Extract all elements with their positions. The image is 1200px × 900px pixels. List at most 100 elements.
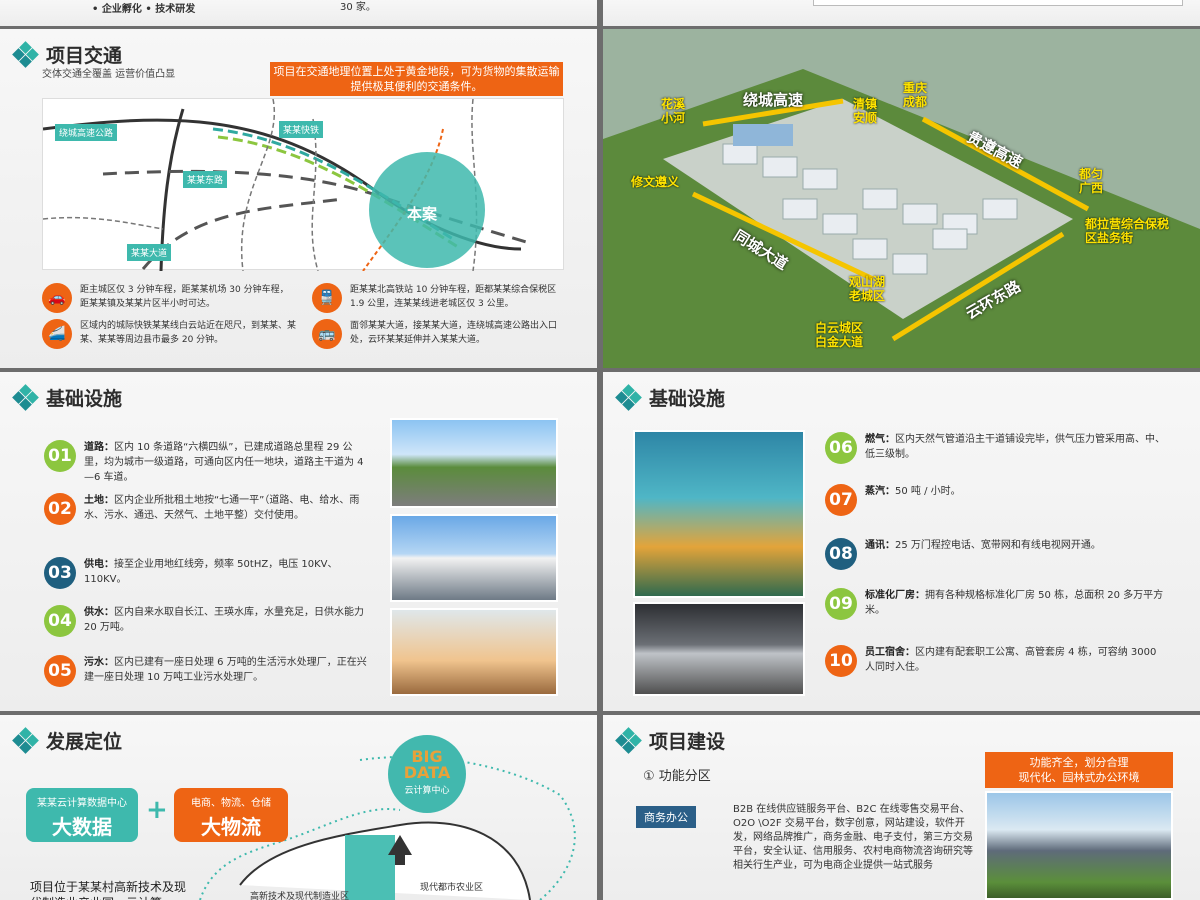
big-logistics-pill: 电商、物流、仓储 大物流 (174, 788, 288, 842)
item-label: 供水： (84, 607, 114, 618)
item-number-badge: 03 (44, 557, 76, 589)
diamond-logo-icon (12, 383, 39, 411)
map-label-ring-highway: 绕城高速公路 (55, 124, 118, 141)
item-number-badge: 02 (44, 493, 76, 525)
slide-title-text: 项目建设 (649, 731, 726, 753)
feature-train: 🚆 距某某北高铁站 10 分钟车程，距都某某综合保税区 1.9 公里，连某某线进… (312, 283, 567, 313)
aerial-image (603, 29, 1200, 368)
item-text: 道路：区内 10 条道路“六横四纵”，已建成道路总里程 29 公里，均为城市一级… (84, 440, 369, 485)
top-left-slide-fragment: • 企业孵化 • 技术研发 30 家。 (0, 0, 597, 26)
item-text: 污水：区内已建有一座日处理 6 万吨的生活污水处理厂，正在兴建一座日处理 10 … (84, 655, 369, 685)
city-photo (390, 608, 558, 696)
item-text: 员工宿舍：区内建有配套职工公寓、高管套房 4 栋，可容纳 3000 人同时入住。 (865, 645, 1165, 675)
item-text: 燃气：区内天然气管道沿主干道铺设完毕，供气压力管采用高、中、低三级制。 (865, 432, 1165, 462)
business-office-tag: 商务办公 (636, 806, 696, 828)
label-xiuwen: 修文遵义 (631, 175, 680, 189)
item-body: 50 吨 / 小时。 (895, 486, 961, 497)
business-office-text: B2B 在线供应链服务平台、B2C 在线零售交易平台、O2O \O2F 交易平台… (733, 804, 973, 871)
item-body: 区内 10 条道路“六横四纵”，已建成道路总里程 29 公里，均为城市一级道路，… (84, 442, 364, 483)
big-data-pill: 某某云计算数据中心 大数据 (26, 788, 138, 842)
pipes-photo (633, 430, 805, 598)
label-chongqing: 重庆 成都 (903, 81, 928, 109)
top-right-slide-fragment (603, 0, 1200, 26)
big-logistics-small: 电商、物流、仓储 (191, 798, 271, 809)
item-number-badge: 09 (825, 588, 857, 620)
warehouse-photo (633, 602, 805, 696)
item-number-badge: 08 (825, 538, 857, 570)
big-data-badge: BIG DATA 云计算中心 (388, 735, 466, 813)
item-text: 蒸汽：50 吨 / 小时。 (865, 484, 1165, 499)
item-label: 道路： (84, 442, 114, 453)
feature-car: 🚗 距主城区仅 3 分钟车程，距某某机场 30 分钟车程，距某某镇及某某片区半小… (42, 283, 297, 313)
big-data-small: 某某云计算数据中心 (37, 798, 127, 809)
item-text: 标准化厂房：拥有各种规格标准化厂房 50 栋，总面积 20 多万平方米。 (865, 588, 1165, 618)
infra-item-09: 09 标准化厂房：拥有各种规格标准化厂房 50 栋，总面积 20 多万平方米。 (825, 588, 1165, 620)
item-number-badge: 01 (44, 440, 76, 472)
infra-item-03: 03 供电：接至企业用地红线旁，频率 50tHZ，电压 10KV、110KV。 (44, 557, 369, 589)
item-text: 通讯：25 万门程控电话、宽带网和有线电视网开通。 (865, 538, 1165, 553)
slide-title: 项目交通 (12, 40, 122, 68)
car-icon: 🚗 (42, 283, 72, 313)
label-qingzhen: 清镇 安顺 (853, 97, 878, 125)
item-body: 区内天然气管道沿主干道铺设完毕，供气压力管采用高、中、低三级制。 (865, 434, 1165, 460)
traffic-map: 绕城高速公路 某某快铁 某某东路 某某大道 本案 (42, 98, 564, 272)
infrastructure-slide-left: 基础设施 01 道路：区内 10 条道路“六横四纵”，已建成道路总里程 29 公里… (0, 372, 597, 711)
map-label-avenue: 某某大道 (127, 244, 172, 261)
zone-urban-agri: 现代都市农业区 (420, 883, 484, 893)
infra-item-10: 10 员工宿舍：区内建有配套职工公寓、高管套房 4 栋，可容纳 3000 人同时入… (825, 645, 1165, 677)
map-label-site: 本案 (407, 205, 438, 223)
positioning-slide: 发展定位 某某云计算数据中心 大数据 + 电商、物流、仓储 大物流 BIG DA… (0, 715, 597, 900)
big-data-badge-sub: 云计算中心 (404, 786, 450, 796)
item-text: 供水：区内自来水取自长江、王瑛水库，水量充足，日供水能力 20 万吨。 (84, 605, 369, 635)
label-baiyun: 白云城区 白金大道 (815, 321, 864, 349)
slide-title: 项目建设 (615, 726, 726, 754)
positioning-body: 项目位于某某村高新技术及现代制造业产业园，云计算 (30, 880, 187, 900)
construction-slide: 项目建设 ① 功能分区 商务办公 B2B 在线供应链服务平台、B2C 在线零售交… (603, 715, 1200, 900)
diamond-logo-icon (12, 40, 39, 68)
top-right-box (813, 0, 1183, 6)
map-label-east-road: 某某东路 (183, 171, 228, 188)
item-label: 燃气： (865, 434, 895, 445)
item-text: 供电：接至企业用地红线旁，频率 50tHZ，电压 10KV、110KV。 (84, 557, 369, 587)
big-data-big: 大数据 (52, 815, 112, 839)
item-body: 区内已建有一座日处理 6 万吨的生活污水处理厂，正在兴建一座日处理 10 万吨工… (84, 657, 367, 683)
item-body: 接至企业用地红线旁，频率 50tHZ，电压 10KV、110KV。 (84, 559, 338, 585)
item-label: 供电： (84, 559, 114, 570)
label-huaxi: 花溪 小河 (661, 97, 686, 125)
bus-icon: 🚌 (312, 319, 342, 349)
item-label: 通讯： (865, 540, 895, 551)
transport-slide: 项目交通 交体交通全覆盖 运营价值凸显 项目在交通地理位置上处于黄金地段，可为货… (0, 29, 597, 368)
item-number-badge: 06 (825, 432, 857, 464)
label-guanshan: 观山湖 老城区 (849, 275, 886, 303)
item-number-badge: 07 (825, 484, 857, 516)
function-zone-title: ① 功能分区 (643, 769, 711, 784)
feature-text: 区域内的城际快铁某某线白云站近在咫尺，到某某、某某、某某等周边县市最多 20 分… (80, 321, 297, 345)
item-body: 区内企业所批租土地按“七通一平”（道路、电、给水、雨水、污水、通迅、天然气、土地… (84, 495, 360, 521)
infra-item-01: 01 道路：区内 10 条道路“六横四纵”，已建成道路总里程 29 公里，均为城市… (44, 440, 369, 485)
label-bonded-zone: 都拉营综合保税 区盐务街 (1085, 217, 1170, 245)
feature-banner: 功能齐全，划分合理 现代化、园林式办公环境 (985, 752, 1173, 788)
map-label-fast-rail: 某某快铁 (279, 121, 324, 138)
infra-item-06: 06 燃气：区内天然气管道沿主干道铺设完毕，供气压力管采用高、中、低三级制。 (825, 432, 1165, 464)
label-ring-highway: 绕城高速 (743, 91, 804, 109)
diamond-logo-icon (615, 383, 642, 411)
infra-item-04: 04 供水：区内自来水取自长江、王瑛水库，水量充足，日供水能力 20 万吨。 (44, 605, 369, 637)
feature-bus: 🚌 面邻某某大道，接某某大道，连绕城高速公路出入口处，云环某某延伸并入某某大道。 (312, 319, 567, 349)
feature-text: 距主城区仅 3 分钟车程，距某某机场 30 分钟车程，距某某镇及某某片区半小时可… (80, 285, 289, 309)
label-duyun: 都匀 广西 (1079, 167, 1104, 195)
item-label: 员工宿舍： (865, 647, 915, 658)
feature-text: 面邻某某大道，接某某大道，连绕城高速公路出入口处，云环某某延伸并入某某大道。 (350, 321, 558, 345)
plus-sign: + (146, 795, 168, 825)
infra-item-05: 05 污水：区内已建有一座日处理 6 万吨的生活污水处理厂，正在兴建一座日处理 1… (44, 655, 369, 687)
aerial-view-slide: 花溪 小河 绕城高速 清镇 安顺 重庆 成都 贵遵高速 都匀 广西 修文遵义 都… (603, 29, 1200, 368)
top-left-text: • 企业孵化 • 技术研发 (92, 4, 196, 15)
item-body: 25 万门程控电话、宽带网和有线电视网开通。 (895, 540, 1101, 551)
item-number-badge: 04 (44, 605, 76, 637)
feature-highspeed: 🚄 区域内的城际快铁某某线白云站近在咫尺，到某某、某某、某某等周边县市最多 20… (42, 319, 297, 349)
item-text: 土地：区内企业所批租土地按“七通一平”（道路、电、给水、雨水、污水、通迅、天然气… (84, 493, 369, 523)
feature-text: 距某某北高铁站 10 分钟车程，距都某某综合保税区 1.9 公里，连某某线进老城… (350, 285, 557, 309)
slide-title-text: 基础设施 (46, 388, 123, 410)
slide-title: 基础设施 (12, 383, 123, 411)
highspeed-train-icon: 🚄 (42, 319, 72, 349)
diamond-logo-icon (615, 726, 642, 754)
